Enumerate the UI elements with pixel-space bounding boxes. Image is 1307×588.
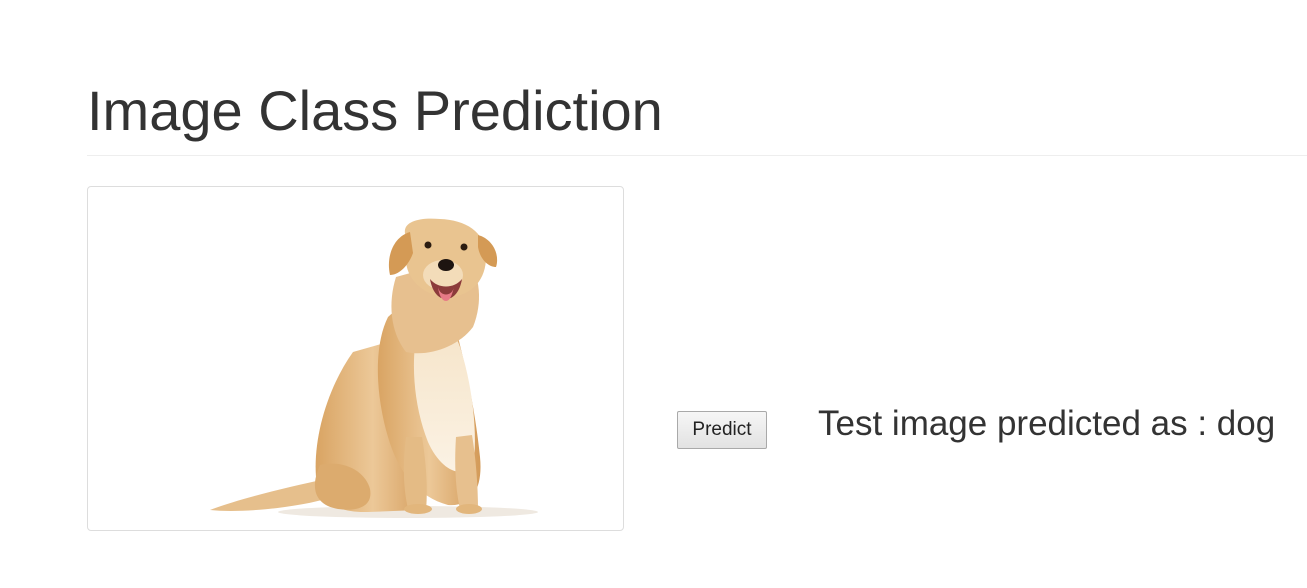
test-image-thumbnail: [87, 186, 624, 531]
page-title: Image Class Prediction: [87, 79, 663, 142]
prediction-result: Test image predicted as : dog: [818, 404, 1276, 443]
title-divider: [87, 155, 1307, 156]
dog-photo: [210, 218, 538, 518]
predict-button[interactable]: Predict: [677, 411, 767, 449]
page: Image Class Prediction Predict Test imag…: [0, 0, 1307, 588]
